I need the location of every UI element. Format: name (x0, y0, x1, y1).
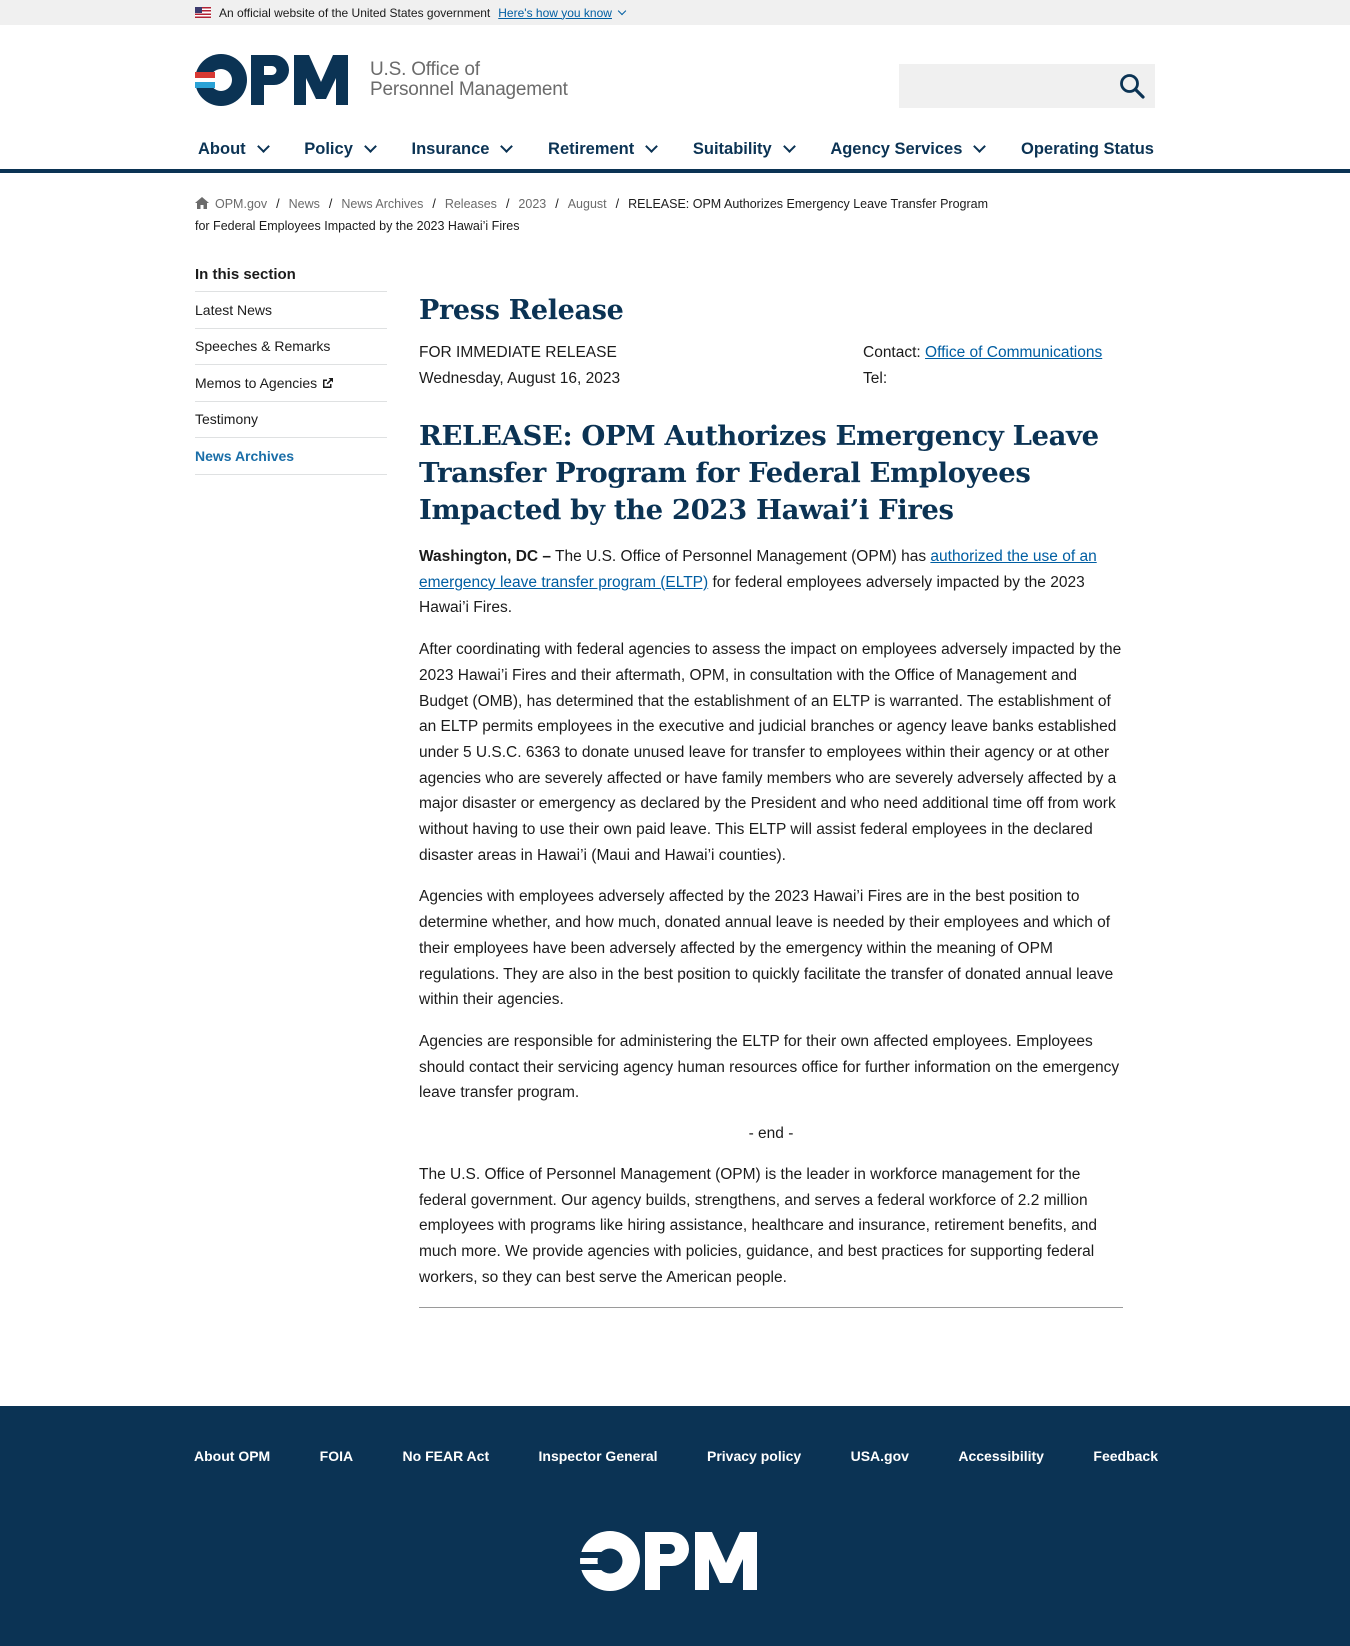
sidebar-item-label: Latest News (195, 301, 273, 318)
nav-label: Retirement (548, 139, 635, 158)
nav-suitability[interactable]: Suitability (692, 139, 796, 159)
nav-label: Operating Status (1021, 139, 1154, 158)
sidebar-item-label: Memos to Agencies (195, 374, 318, 391)
nav-label: Agency Services (830, 139, 963, 158)
chevron-down-icon (782, 139, 796, 153)
heres-how-you-know-link[interactable]: Here's how you know (498, 6, 612, 20)
nav-about[interactable]: About (198, 139, 270, 159)
release-headline: RELEASE: OPM Authorizes Emergency Leave … (419, 420, 1099, 526)
sidebar-item-label: Testimony (195, 411, 259, 428)
paragraph-3: Agencies with employees adversely affect… (419, 888, 1114, 1009)
opm-footer-logo-icon[interactable] (580, 1531, 765, 1591)
sidebar-item-label: News Archives (195, 447, 295, 464)
agency-name-line-1: U.S. Office of (370, 59, 480, 80)
main-content: Press Release FOR IMMEDIATE RELEASE Wedn… (419, 295, 1123, 1308)
breadcrumb-item-august[interactable]: August (568, 197, 607, 211)
chevron-down-icon (500, 139, 514, 153)
opm-logo-icon (195, 54, 348, 106)
agency-name-line-2: Personnel Management (370, 79, 568, 100)
main-navigation: About Policy Insurance Retirement Suitab… (0, 129, 1350, 173)
sidebar-item-speeches-remarks[interactable]: Speeches & Remarks (195, 329, 387, 365)
site-footer: About OPM FOIA No FEAR Act Inspector Gen… (0, 1406, 1350, 1646)
tel-label: Tel: (863, 370, 888, 387)
nav-insurance[interactable]: Insurance (411, 139, 514, 159)
breadcrumb-item-news[interactable]: News (289, 197, 320, 211)
footer-link-inspector-general[interactable]: Inspector General (539, 1448, 658, 1464)
search-icon[interactable] (1119, 73, 1145, 99)
nav-label: About (198, 139, 246, 158)
chevron-down-icon (973, 139, 987, 153)
nav-policy[interactable]: Policy (304, 139, 377, 159)
nav-operating-status[interactable]: Operating Status (1021, 140, 1154, 159)
sidebar-item-testimony[interactable]: Testimony (195, 402, 387, 438)
footer-link-privacy-policy[interactable]: Privacy policy (707, 1448, 801, 1464)
agency-name: U.S. Office of Personnel Management (370, 60, 568, 100)
release-date: Wednesday, August 16, 2023 (419, 370, 621, 387)
footer-links: About OPM FOIA No FEAR Act Inspector Gen… (194, 1448, 1158, 1464)
footer-link-usa-gov[interactable]: USA.gov (851, 1448, 909, 1464)
footer-link-feedback[interactable]: Feedback (1093, 1448, 1158, 1464)
nav-label: Insurance (411, 139, 490, 158)
us-flag-icon (195, 7, 211, 18)
end-marker: - end - (748, 1125, 794, 1143)
paragraph-1: Washington, DC – The U.S. Office of Pers… (419, 544, 1123, 621)
official-banner-text: An official website of the United States… (219, 5, 491, 20)
sidebar-item-latest-news[interactable]: Latest News (195, 292, 387, 329)
search-input[interactable] (899, 64, 1155, 108)
release-type: FOR IMMEDIATE RELEASE (419, 344, 617, 361)
chevron-down-icon (364, 139, 377, 153)
nav-label: Suitability (692, 139, 772, 158)
about-opm-paragraph: The U.S. Office of Personnel Management … (419, 1166, 1098, 1286)
chevron-down-icon[interactable] (617, 6, 627, 15)
dateline: Washington, DC – (419, 548, 552, 565)
paragraph-1-text-a: The U.S. Office of Personnel Management … (551, 548, 931, 565)
home-icon (195, 197, 209, 209)
breadcrumb: OPM.gov / News / News Archives / Releases / 2023… (195, 193, 995, 237)
external-link-icon (323, 377, 334, 388)
content-divider (419, 1306, 1123, 1308)
release-meta: FOR IMMEDIATE RELEASE Wednesday, August … (419, 340, 1123, 412)
page-title: Press Release (419, 295, 624, 326)
office-of-communications-link[interactable]: Office of Communications (925, 344, 1102, 361)
paragraph-2: After coordinating with federal agencies… (419, 641, 1122, 864)
breadcrumb-item-news-archives[interactable]: News Archives (341, 197, 423, 211)
breadcrumb-separator: / (505, 197, 510, 211)
site-header: U.S. Office of Personnel Management (0, 25, 1350, 129)
nav-retirement[interactable]: Retirement (548, 139, 659, 159)
paragraph-4: Agencies are responsible for administeri… (419, 1032, 1120, 1102)
footer-link-accessibility[interactable]: Accessibility (958, 1448, 1044, 1464)
breadcrumb-item-2023[interactable]: 2023 (518, 197, 546, 211)
breadcrumb-separator: / (615, 197, 620, 211)
official-gov-banner: An official website of the United States… (0, 0, 1350, 25)
breadcrumb-separator: / (432, 197, 436, 211)
nav-agency-services[interactable]: Agency Services (830, 139, 987, 159)
nav-label: Policy (304, 139, 353, 158)
sidebar-item-news-archives[interactable]: News Archives (195, 438, 387, 475)
footer-link-no-fear-act[interactable]: No FEAR Act (403, 1448, 490, 1464)
section-sidebar: In this section Latest News Speeches & R… (195, 265, 387, 475)
breadcrumb-item-opm-gov[interactable]: OPM.gov (215, 197, 267, 211)
footer-link-about-opm[interactable]: About OPM (194, 1448, 270, 1464)
sidebar-item-memos-to-agencies[interactable]: Memos to Agencies (195, 365, 387, 402)
sidebar-title: In this section (195, 265, 387, 292)
breadcrumb-separator: / (276, 197, 280, 211)
breadcrumb-item-releases[interactable]: Releases (445, 197, 497, 211)
breadcrumb-separator: / (328, 197, 333, 211)
opm-home-logo-link[interactable]: U.S. Office of Personnel Management (195, 54, 568, 106)
footer-link-foia[interactable]: FOIA (320, 1448, 353, 1464)
chevron-down-icon (256, 139, 270, 153)
chevron-down-icon (645, 139, 659, 153)
contact-label: Contact: (863, 344, 921, 361)
breadcrumb-separator: / (555, 197, 559, 211)
sidebar-item-label: Speeches & Remarks (195, 338, 331, 355)
